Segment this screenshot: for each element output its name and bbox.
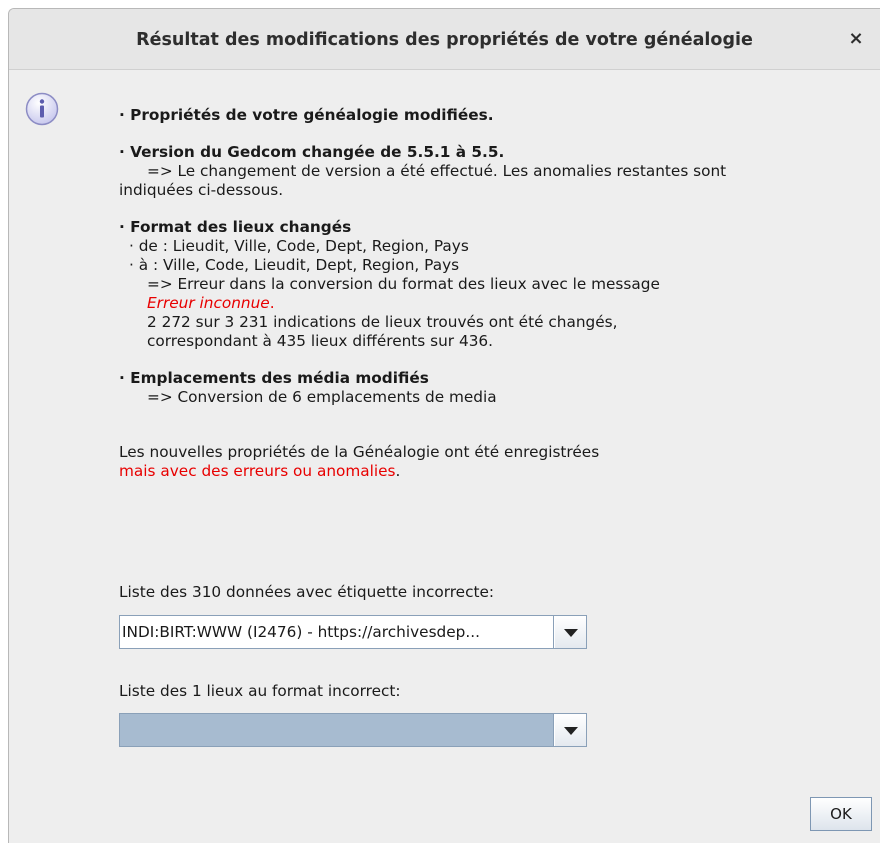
saved-line: Les nouvelles propriétés de la Généalogi… <box>119 443 600 461</box>
place-list-selected-value[interactable] <box>120 714 554 746</box>
place-list-dropdown[interactable] <box>119 713 587 747</box>
info-icon <box>25 92 59 126</box>
saved-warning-period: . <box>395 462 401 480</box>
tag-list-selected-value[interactable]: INDI:BIRT:WWW (I2476) - https://archives… <box>120 616 554 648</box>
gedcom-result-continuation: indiquées ci-dessous. <box>119 181 284 199</box>
places-to-line: · à : Ville, Code, Lieudit, Dept, Region… <box>129 256 460 274</box>
error-message-text: Erreur inconnue <box>147 294 270 312</box>
places-error-message: Erreur inconnue. <box>119 294 859 313</box>
close-button[interactable]: × <box>846 29 866 49</box>
saved-warning-line: mais avec des erreurs ou anomalies. <box>119 462 859 481</box>
places-count-continuation: correspondant à 435 lieux différents sur… <box>147 332 494 350</box>
message-area: · Propriétés de votre généalogie modifié… <box>119 106 859 481</box>
places-count-line: 2 272 sur 3 231 indications de lieux tro… <box>147 313 618 331</box>
dialog-window: Résultat des modifications des propriété… <box>8 8 880 843</box>
places-format-title: · Format des lieux changés <box>119 218 352 236</box>
chevron-down-icon[interactable] <box>555 714 586 746</box>
gedcom-result-line: => Le changement de version a été effect… <box>147 162 727 180</box>
place-list-label: Liste des 1 lieux au format incorrect: <box>119 682 401 700</box>
media-title: · Emplacements des média modifiés <box>119 369 429 387</box>
tag-list-dropdown[interactable]: INDI:BIRT:WWW (I2476) - https://archives… <box>119 615 587 649</box>
tag-list-label: Liste des 310 données avec étiquette inc… <box>119 583 495 601</box>
chevron-down-icon[interactable] <box>555 616 586 648</box>
places-from-line: · de : Lieudit, Ville, Code, Dept, Regio… <box>129 237 469 255</box>
dialog-title: Résultat des modifications des propriété… <box>136 30 753 50</box>
saved-warning-text: mais avec des erreurs ou anomalies <box>119 462 396 480</box>
ok-button[interactable]: OK <box>810 797 872 831</box>
title-bar: Résultat des modifications des propriété… <box>9 9 880 70</box>
properties-modified-line: · Propriétés de votre généalogie modifié… <box>119 106 494 124</box>
gedcom-version-title: · Version du Gedcom changée de 5.5.1 à 5… <box>119 143 505 161</box>
places-error-line: => Erreur dans la conversion du format d… <box>147 275 660 293</box>
media-result-line: => Conversion de 6 emplacements de media <box>147 388 497 406</box>
error-message-period: . <box>269 294 275 312</box>
